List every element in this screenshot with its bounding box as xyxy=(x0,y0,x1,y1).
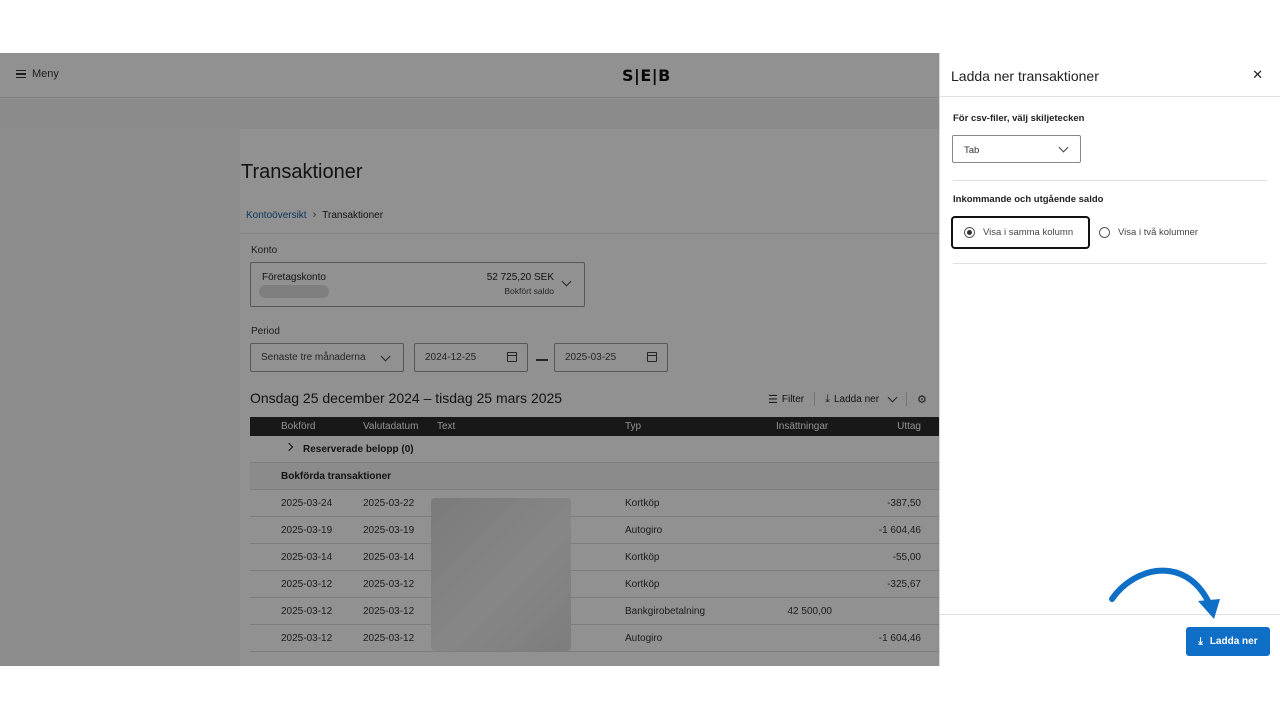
download-button-label: Ladda ner xyxy=(1209,636,1258,647)
annotation-arrow-icon xyxy=(1109,567,1220,619)
transactions-page: Meny S|E|B Transaktioner Kontoöversikt ›… xyxy=(0,53,939,666)
drawer-header-divider xyxy=(940,96,1280,97)
modal-backdrop[interactable] xyxy=(0,53,939,666)
section-divider xyxy=(953,263,1267,264)
separator-select[interactable]: Tab xyxy=(952,135,1081,163)
radio-selected-icon xyxy=(964,227,975,238)
drawer-title: Ladda ner transaktioner xyxy=(951,68,1099,84)
chevron-down-icon xyxy=(1058,142,1069,153)
radio-same-column[interactable]: Visa i samma kolumn xyxy=(951,216,1090,249)
radio-same-column-label: Visa i samma kolumn xyxy=(983,227,1074,238)
annotation-arrow-head xyxy=(1198,599,1220,619)
radio-two-columns-label: Visa i två kolumner xyxy=(1118,227,1199,238)
balance-label: Inkommande och utgående saldo xyxy=(953,194,1104,205)
close-icon[interactable]: ✕ xyxy=(1252,67,1263,83)
separator-label: För csv-filer, välj skiljetecken xyxy=(953,113,1085,124)
annotation-arrow-shaft xyxy=(1109,567,1211,604)
radio-unselected-icon xyxy=(1099,227,1110,238)
screen: Meny S|E|B Transaktioner Kontoöversikt ›… xyxy=(0,53,1280,666)
download-icon: ⤓ xyxy=(1198,636,1203,647)
radio-two-columns[interactable]: Visa i två kolumner xyxy=(1099,216,1198,249)
section-divider xyxy=(953,180,1267,181)
download-button[interactable]: ⤓ Ladda ner xyxy=(1186,627,1270,656)
separator-value: Tab xyxy=(964,145,980,156)
